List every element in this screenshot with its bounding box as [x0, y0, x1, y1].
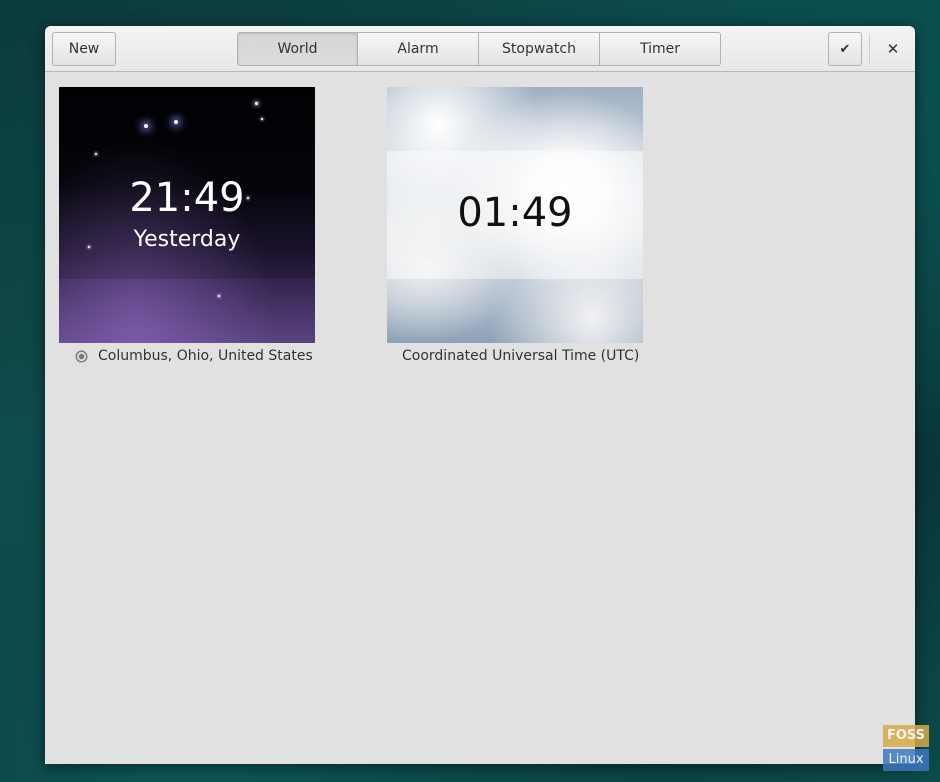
watermark-line2: Linux — [883, 749, 929, 771]
new-button[interactable]: New — [52, 32, 116, 66]
close-icon: ✕ — [886, 40, 900, 58]
world-clocks-view: 21:49 Yesterday Columbus, Ohio, United S… — [45, 72, 915, 764]
desktop-background: New World Alarm Stopwatch Timer ✔ ✕ 21:4… — [0, 0, 940, 782]
header-bar: New World Alarm Stopwatch Timer ✔ ✕ — [45, 26, 915, 72]
header-separator — [869, 34, 870, 64]
fosslinux-watermark-logo: FOSS Linux — [883, 725, 929, 773]
clock-time: 21:49 — [129, 175, 245, 221]
current-location-icon — [75, 349, 88, 363]
view-switcher: World Alarm Stopwatch Timer — [237, 32, 722, 66]
clock-location-name: Columbus, Ohio, United States — [98, 348, 313, 364]
clock-caption-columbus: Columbus, Ohio, United States — [75, 348, 313, 364]
tab-world[interactable]: World — [237, 32, 358, 66]
star — [261, 118, 263, 120]
watermark-line1: FOSS — [883, 725, 929, 747]
star — [218, 295, 220, 297]
clock-tile-columbus[interactable]: 21:49 Yesterday — [59, 87, 315, 343]
star — [174, 120, 178, 124]
selection-mode-button[interactable]: ✔ — [828, 32, 862, 66]
close-button[interactable]: ✕ — [877, 32, 909, 66]
clock-tile-utc[interactable]: 01:49 — [387, 87, 643, 343]
clock-location-name: Coordinated Universal Time (UTC) — [402, 348, 640, 364]
tab-alarm[interactable]: Alarm — [358, 32, 479, 66]
check-icon: ✔ — [839, 41, 851, 57]
clocks-window: New World Alarm Stopwatch Timer ✔ ✕ 21:4… — [45, 26, 915, 764]
clock-time: 01:49 — [457, 190, 573, 236]
clock-day-label: Yesterday — [133, 227, 241, 252]
star — [255, 102, 258, 105]
tab-stopwatch[interactable]: Stopwatch — [479, 32, 600, 66]
tab-timer[interactable]: Timer — [600, 32, 721, 66]
star — [144, 124, 148, 128]
star — [95, 153, 97, 155]
clock-caption-utc: Coordinated Universal Time (UTC) — [402, 348, 639, 364]
